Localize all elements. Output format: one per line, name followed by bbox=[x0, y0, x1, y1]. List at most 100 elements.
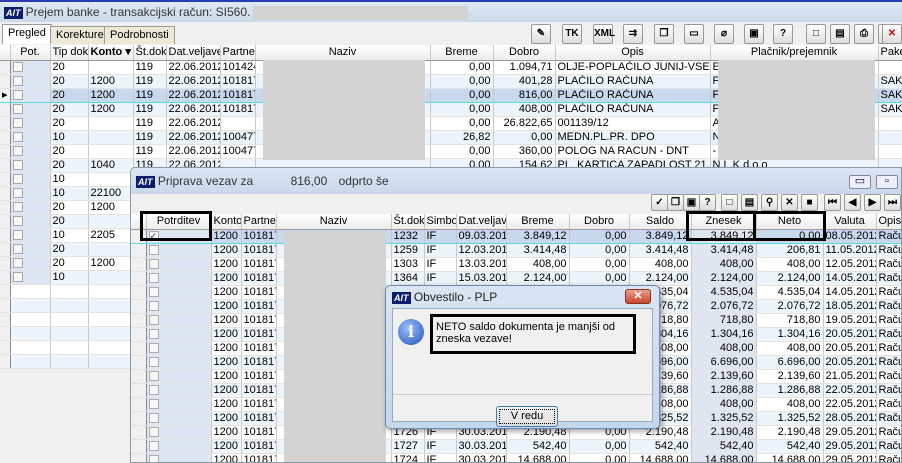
potrditev-cell[interactable] bbox=[146, 425, 212, 440]
pot-checkbox[interactable] bbox=[12, 131, 23, 142]
potrditev-cell[interactable] bbox=[146, 383, 212, 398]
pot-checkbox[interactable] bbox=[12, 187, 23, 198]
col-header[interactable]: Dobro bbox=[493, 45, 556, 61]
table-row[interactable]: 1200101817 P1727IF30.03.2012542,400,0054… bbox=[131, 439, 901, 454]
row-header[interactable] bbox=[131, 397, 147, 412]
col-header[interactable]: Dat.veljave bbox=[456, 214, 507, 230]
save-button[interactable]: ■ bbox=[801, 194, 818, 211]
tk-os-button[interactable]: TK bbox=[562, 24, 582, 44]
tab-korekture[interactable]: Korekture bbox=[50, 26, 110, 44]
row-header[interactable] bbox=[0, 102, 11, 117]
potrditev-checkbox[interactable] bbox=[148, 454, 159, 462]
potrditev-cell[interactable] bbox=[146, 299, 212, 314]
last-button[interactable]: ⏭ bbox=[884, 194, 901, 211]
row-header[interactable] bbox=[0, 116, 11, 131]
col-header[interactable]: Opis bbox=[876, 214, 901, 230]
copy-button[interactable]: ❐ bbox=[667, 194, 684, 211]
search-button[interactable]: ⚲ bbox=[761, 194, 778, 211]
pot-checkbox[interactable] bbox=[12, 243, 23, 254]
potrditev-checkbox[interactable] bbox=[148, 244, 159, 255]
pot-checkbox[interactable] bbox=[12, 201, 23, 212]
table-row[interactable]: 1200101817 P1303IF13.03.2012408,000,0040… bbox=[131, 257, 901, 272]
open-button[interactable]: ▤ bbox=[741, 194, 758, 211]
row-header[interactable] bbox=[131, 271, 147, 286]
help-button[interactable]: ? bbox=[773, 24, 793, 44]
row-header[interactable] bbox=[0, 270, 11, 285]
potrditev-cell[interactable] bbox=[146, 257, 212, 272]
pot-checkbox-cell[interactable] bbox=[10, 60, 51, 75]
pot-checkbox-cell[interactable] bbox=[10, 200, 51, 215]
row-header[interactable] bbox=[0, 186, 11, 201]
col-header[interactable]: Tip dok. bbox=[50, 45, 89, 61]
new-button[interactable]: □ bbox=[721, 194, 738, 211]
pot-checkbox-cell[interactable] bbox=[10, 116, 51, 131]
col-header[interactable]: Naziv bbox=[276, 214, 392, 230]
potrditev-checkbox[interactable] bbox=[148, 342, 159, 353]
row-header[interactable] bbox=[131, 369, 147, 384]
first-button[interactable]: ⏮ bbox=[824, 194, 841, 211]
pot-checkbox[interactable] bbox=[12, 103, 23, 114]
table-row[interactable]: 1200101817 P1259IF12.03.20123.414,480,00… bbox=[131, 243, 901, 258]
potrditev-cell[interactable] bbox=[146, 243, 212, 258]
pot-checkbox-cell[interactable] bbox=[10, 270, 51, 285]
col-header[interactable]: Št.dok. bbox=[133, 45, 167, 61]
help-button[interactable]: ? bbox=[699, 194, 716, 211]
pot-checkbox[interactable] bbox=[12, 89, 23, 100]
ok-button[interactable]: V redu bbox=[496, 406, 558, 427]
table-row[interactable]: 1200101817 P1364IF15.03.20122.124,000,00… bbox=[131, 271, 901, 286]
row-header[interactable] bbox=[0, 130, 11, 145]
next-button[interactable]: ▶ bbox=[864, 194, 881, 211]
row-header[interactable] bbox=[0, 60, 11, 75]
row-header[interactable] bbox=[0, 158, 11, 173]
row-header[interactable] bbox=[0, 256, 11, 271]
table-row[interactable]: 1200101817 P1724IF30.03.201214.688,000,0… bbox=[131, 453, 901, 462]
pot-checkbox-cell[interactable] bbox=[10, 130, 51, 145]
pot-checkbox-cell[interactable] bbox=[10, 87, 51, 103]
potrditev-checkbox[interactable] bbox=[148, 286, 159, 297]
row-header[interactable] bbox=[131, 453, 147, 462]
row-header[interactable] bbox=[131, 243, 147, 258]
col-header[interactable] bbox=[0, 45, 11, 61]
potrditev-checkbox[interactable] bbox=[148, 314, 159, 325]
attach-button[interactable]: ⌀ bbox=[714, 24, 734, 44]
col-header[interactable]: Breme bbox=[506, 214, 570, 230]
row-header[interactable] bbox=[0, 242, 11, 257]
potrditev-cell[interactable] bbox=[146, 327, 212, 342]
col-header[interactable]: Naziv bbox=[255, 45, 431, 61]
col-header[interactable]: Opis bbox=[555, 45, 711, 61]
maximize-button[interactable]: ▫ bbox=[876, 175, 898, 189]
pot-checkbox-cell[interactable] bbox=[10, 256, 51, 271]
potrditev-cell[interactable] bbox=[146, 411, 212, 426]
pot-checkbox-cell[interactable] bbox=[10, 228, 51, 243]
potrditev-checkbox[interactable] bbox=[148, 258, 159, 269]
row-header[interactable] bbox=[131, 257, 147, 272]
screen-button[interactable]: ▣ bbox=[683, 194, 700, 211]
col-header[interactable]: Konto bbox=[211, 214, 242, 230]
potrditev-cell[interactable] bbox=[146, 341, 212, 356]
col-header[interactable]: Partner bbox=[220, 45, 256, 61]
col-header[interactable]: Plačnik/prejemnik bbox=[710, 45, 879, 61]
potrditev-checkbox[interactable] bbox=[148, 356, 159, 367]
row-header[interactable] bbox=[0, 144, 11, 159]
potrditev-cell[interactable] bbox=[146, 397, 212, 412]
potrditev-checkbox[interactable] bbox=[148, 426, 159, 437]
pot-checkbox-cell[interactable] bbox=[10, 172, 51, 187]
potrditev-cell[interactable] bbox=[146, 453, 212, 462]
pot-checkbox[interactable] bbox=[12, 257, 23, 268]
col-header[interactable]: Št.dok. bbox=[391, 214, 425, 230]
col-header[interactable]: Partner bbox=[241, 214, 277, 230]
copy-button[interactable]: ❐ bbox=[654, 24, 674, 44]
row-header[interactable] bbox=[0, 74, 11, 89]
potrditev-checkbox[interactable] bbox=[148, 300, 159, 311]
potrditev-checkbox[interactable] bbox=[148, 370, 159, 381]
col-header[interactable]: Breme bbox=[430, 45, 494, 61]
potrditev-cell[interactable] bbox=[146, 271, 212, 286]
pot-checkbox-cell[interactable] bbox=[10, 186, 51, 201]
potrditev-checkbox[interactable] bbox=[148, 412, 159, 423]
row-header[interactable] bbox=[131, 425, 147, 440]
pot-checkbox[interactable] bbox=[12, 75, 23, 86]
pot-checkbox[interactable] bbox=[12, 159, 23, 170]
row-header[interactable] bbox=[0, 228, 11, 243]
col-header[interactable]: Dat.veljave bbox=[166, 45, 221, 61]
potrditev-cell[interactable] bbox=[146, 313, 212, 328]
